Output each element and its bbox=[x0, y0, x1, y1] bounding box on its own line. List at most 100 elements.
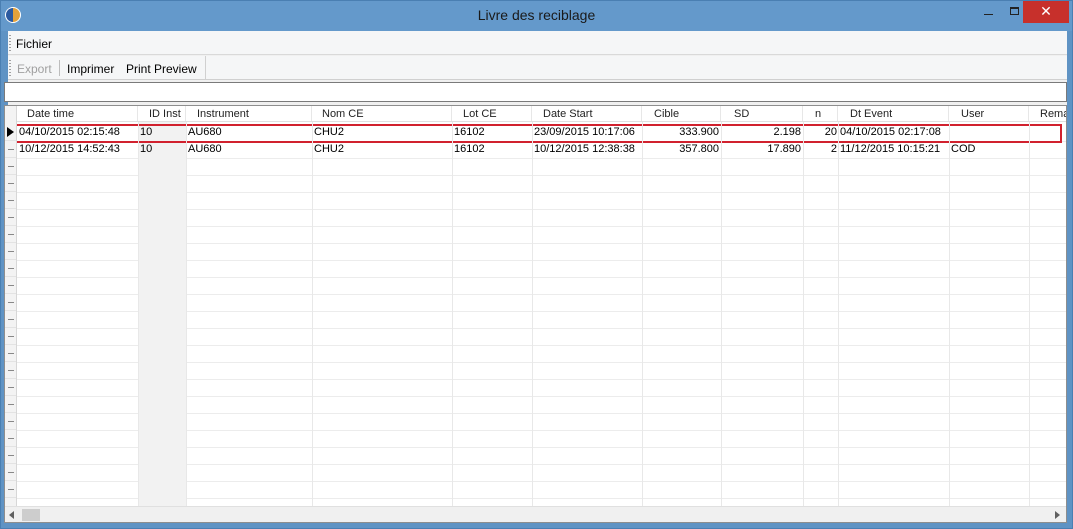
filter-input[interactable] bbox=[4, 82, 1067, 102]
cell-date-time[interactable]: 10/12/2015 14:52:43 bbox=[19, 141, 137, 158]
row-header[interactable] bbox=[5, 209, 16, 226]
cell-cible[interactable]: 333.900 bbox=[642, 124, 719, 141]
close-button[interactable]: ✕ bbox=[1023, 1, 1069, 23]
client-area: Fichier Export Imprimer Print Preview Da… bbox=[4, 31, 1067, 523]
row-header[interactable] bbox=[5, 226, 16, 243]
grid-column-line bbox=[452, 122, 453, 506]
column-header-label: SD bbox=[734, 108, 750, 120]
cell-instrument[interactable]: AU680 bbox=[188, 141, 310, 158]
cell-date-start[interactable]: 10/12/2015 12:38:38 bbox=[534, 141, 640, 158]
title-bar[interactable]: Livre des reciblage ✕ bbox=[1, 1, 1072, 31]
row-marker bbox=[8, 285, 14, 286]
cell-nom-ce[interactable]: CHU2 bbox=[314, 141, 450, 158]
close-icon: ✕ bbox=[1040, 3, 1052, 19]
maximize-icon bbox=[1009, 7, 1019, 15]
column-header-nom-ce[interactable]: Nom CE bbox=[312, 106, 452, 121]
row-header[interactable] bbox=[5, 396, 16, 413]
current-row-indicator[interactable] bbox=[5, 124, 16, 141]
cell-date-start[interactable]: 23/09/2015 10:17:06 bbox=[534, 124, 640, 141]
row-header[interactable] bbox=[5, 379, 16, 396]
cell-id-inst[interactable]: 10 bbox=[140, 141, 185, 158]
grid-column-line bbox=[642, 122, 643, 506]
row-header[interactable] bbox=[5, 447, 16, 464]
scrollbar-thumb[interactable] bbox=[22, 509, 40, 521]
column-header-user[interactable]: User bbox=[949, 106, 1029, 121]
cell-n[interactable]: 2 bbox=[803, 141, 837, 158]
row-header[interactable] bbox=[5, 464, 16, 481]
row-header[interactable] bbox=[5, 141, 16, 158]
cell-nom-ce[interactable]: CHU2 bbox=[314, 124, 450, 141]
cell-rema[interactable] bbox=[1031, 124, 1065, 141]
cell-sd[interactable]: 17.890 bbox=[721, 141, 801, 158]
row-header[interactable] bbox=[5, 430, 16, 447]
cell-user[interactable] bbox=[951, 124, 1027, 141]
row-marker bbox=[8, 353, 14, 354]
column-header-dt-event[interactable]: Dt Event bbox=[838, 106, 949, 121]
row-marker bbox=[8, 370, 14, 371]
menu-grip-handle[interactable] bbox=[9, 35, 11, 51]
row-header[interactable] bbox=[5, 158, 16, 175]
print-button[interactable]: Imprimer bbox=[67, 62, 114, 76]
row-marker bbox=[8, 421, 14, 422]
toolbar: Export Imprimer Print Preview bbox=[8, 56, 1067, 80]
cell-rema[interactable] bbox=[1031, 141, 1065, 158]
column-header-label: Date time bbox=[27, 108, 75, 120]
column-header-n[interactable]: n bbox=[803, 106, 838, 121]
export-button[interactable]: Export bbox=[17, 62, 52, 76]
column-header-sd[interactable]: SD bbox=[721, 106, 803, 121]
minimize-button[interactable] bbox=[975, 1, 1001, 23]
menu-fichier[interactable]: Fichier bbox=[16, 37, 52, 51]
row-marker bbox=[8, 336, 14, 337]
column-header-rema[interactable]: Rema bbox=[1029, 106, 1066, 121]
row-marker bbox=[8, 455, 14, 456]
application-window: Livre des reciblage ✕ Fichier Export Imp… bbox=[0, 0, 1073, 529]
row-header[interactable] bbox=[5, 481, 16, 498]
row-header[interactable] bbox=[5, 175, 16, 192]
cell-date-time[interactable]: 04/10/2015 02:15:48 bbox=[19, 124, 137, 141]
grid-column-line bbox=[532, 122, 533, 506]
print-preview-button[interactable]: Print Preview bbox=[126, 62, 197, 76]
cell-sd[interactable]: 2.198 bbox=[721, 124, 801, 141]
column-header-date-time[interactable]: Date time bbox=[17, 106, 138, 121]
row-marker bbox=[8, 489, 14, 490]
row-header[interactable] bbox=[5, 294, 16, 311]
row-header[interactable] bbox=[5, 192, 16, 209]
cell-n[interactable]: 20 bbox=[803, 124, 837, 141]
toolbar-separator bbox=[59, 60, 60, 76]
scroll-right-icon[interactable] bbox=[1055, 511, 1060, 519]
row-marker bbox=[8, 234, 14, 235]
cell-id-inst[interactable]: 10 bbox=[140, 124, 185, 141]
row-marker bbox=[8, 438, 14, 439]
grid-column-line bbox=[186, 122, 187, 506]
grid-column-line bbox=[949, 122, 950, 506]
grid-body: 04/10/2015 02:15:48 10 AU680 CHU2 16102 … bbox=[17, 122, 1066, 506]
column-header-id-inst[interactable]: ID Inst bbox=[138, 106, 186, 121]
row-header[interactable] bbox=[5, 413, 16, 430]
row-header[interactable] bbox=[5, 260, 16, 277]
row-header[interactable] bbox=[5, 243, 16, 260]
column-header-lot-ce[interactable]: Lot CE bbox=[452, 106, 532, 121]
data-grid[interactable]: Date time ID Inst Instrument Nom CE Lot … bbox=[4, 105, 1067, 523]
column-header-instrument[interactable]: Instrument bbox=[186, 106, 312, 121]
horizontal-scrollbar[interactable] bbox=[5, 506, 1066, 522]
cell-dt-event[interactable]: 11/12/2015 10:15:21 bbox=[840, 141, 948, 158]
toolbar-grip-handle[interactable] bbox=[9, 60, 11, 76]
cell-instrument[interactable]: AU680 bbox=[188, 124, 310, 141]
cell-lot-ce[interactable]: 16102 bbox=[454, 124, 530, 141]
cell-cible[interactable]: 357.800 bbox=[642, 141, 719, 158]
row-header[interactable] bbox=[5, 345, 16, 362]
column-header-date-start[interactable]: Date Start bbox=[532, 106, 642, 121]
column-header-cible[interactable]: Cible bbox=[642, 106, 721, 121]
row-header[interactable] bbox=[5, 277, 16, 294]
menu-bar: Fichier bbox=[8, 31, 1067, 55]
column-header-label: Date Start bbox=[543, 108, 593, 120]
row-header[interactable] bbox=[5, 311, 16, 328]
cell-dt-event[interactable]: 04/10/2015 02:17:08 bbox=[840, 124, 948, 141]
row-header[interactable] bbox=[5, 328, 16, 345]
cell-lot-ce[interactable]: 16102 bbox=[454, 141, 530, 158]
cell-user[interactable]: COD bbox=[951, 141, 1027, 158]
toolbar-end-divider bbox=[205, 56, 206, 80]
row-marker bbox=[8, 166, 14, 167]
row-header[interactable] bbox=[5, 362, 16, 379]
scroll-left-icon[interactable] bbox=[9, 511, 14, 519]
